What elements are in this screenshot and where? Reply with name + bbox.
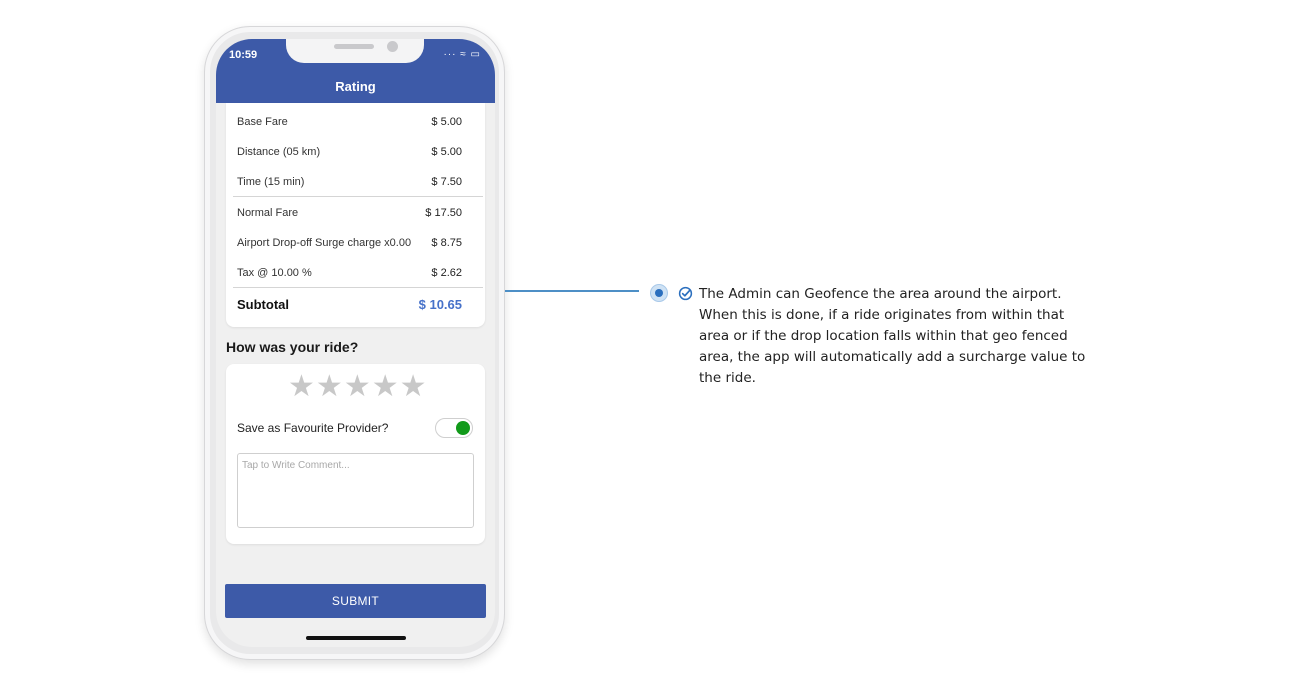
callout-line: the ride.: [699, 370, 756, 386]
fare-row-distance: Distance (05 km) $ 5.00: [237, 144, 462, 160]
favourite-toggle[interactable]: [435, 418, 473, 438]
check-circle-icon: [678, 286, 693, 301]
callout-line: When this is done, if a ride originates …: [699, 307, 1065, 323]
fare-row-tax: Tax @ 10.00 % $ 2.62: [237, 265, 462, 281]
toggle-knob: [456, 421, 470, 435]
star-icon[interactable]: ★: [400, 372, 427, 402]
divider: [233, 287, 483, 288]
star-icon[interactable]: ★: [288, 372, 315, 402]
camera-icon: [387, 41, 398, 52]
status-icons: ··· ≈ ▭: [443, 49, 481, 60]
fare-value: $ 5.00: [431, 146, 462, 158]
phone-screen: 10:59 ··· ≈ ▭ Rating Base Fare $ 5.00 Di…: [216, 39, 495, 647]
fare-value: $ 17.50: [425, 207, 462, 219]
fare-label: Normal Fare: [237, 207, 299, 219]
fare-row-normal: Normal Fare $ 17.50: [237, 205, 462, 221]
fare-row-surge: Airport Drop-off Surge charge x0.00 $ 8.…: [237, 235, 462, 251]
divider: [233, 196, 483, 197]
star-icon[interactable]: ★: [344, 372, 371, 402]
fare-label: Time (15 min): [237, 176, 305, 188]
page-title: Rating: [335, 79, 376, 94]
phone-frame: 10:59 ··· ≈ ▭ Rating Base Fare $ 5.00 Di…: [204, 26, 505, 660]
fare-value: $ 2.62: [431, 267, 462, 279]
fare-label: Airport Drop-off Surge charge x0.00: [237, 237, 412, 249]
callout-line: area or if the drop location falls withi…: [699, 328, 1068, 344]
callout-connector-line: [505, 290, 639, 292]
fare-value: $ 7.50: [431, 176, 462, 188]
app-bar: 10:59 ··· ≈ ▭ Rating: [216, 39, 495, 103]
callout-line: area, the app will automatically add a s…: [699, 349, 1086, 365]
home-indicator: [306, 636, 406, 640]
star-icon[interactable]: ★: [372, 372, 399, 402]
speaker-icon: [334, 44, 374, 49]
rating-question: How was your ride?: [226, 339, 359, 355]
rating-card: ★ ★ ★ ★ ★ Save as Favourite Provider?: [226, 364, 485, 544]
submit-button[interactable]: SUBMIT: [225, 584, 486, 618]
subtotal-label: Subtotal: [237, 296, 289, 312]
callout-dot-icon: [650, 284, 668, 302]
callout-line: The Admin can Geofence the area around t…: [699, 286, 1062, 302]
callout-description: The Admin can Geofence the area around t…: [699, 284, 1089, 389]
fare-label: Tax @ 10.00 %: [237, 267, 312, 279]
fare-label: Base Fare: [237, 116, 288, 128]
favourite-label: Save as Favourite Provider?: [237, 421, 389, 435]
fare-row-base: Base Fare $ 5.00: [237, 114, 462, 130]
fare-row-time: Time (15 min) $ 7.50: [237, 174, 462, 190]
fare-label: Distance (05 km): [237, 146, 321, 158]
star-rating[interactable]: ★ ★ ★ ★ ★: [288, 372, 427, 402]
status-time: 10:59: [229, 49, 258, 61]
fare-value: $ 8.75: [431, 237, 462, 249]
subtotal-row: Subtotal $ 10.65: [237, 295, 462, 313]
fare-value: $ 5.00: [431, 116, 462, 128]
comment-input[interactable]: [237, 453, 474, 528]
subtotal-value: $ 10.65: [418, 296, 462, 312]
fare-breakdown-card: Base Fare $ 5.00 Distance (05 km) $ 5.00…: [226, 103, 485, 327]
star-icon[interactable]: ★: [316, 372, 343, 402]
phone-notch: [286, 39, 424, 63]
